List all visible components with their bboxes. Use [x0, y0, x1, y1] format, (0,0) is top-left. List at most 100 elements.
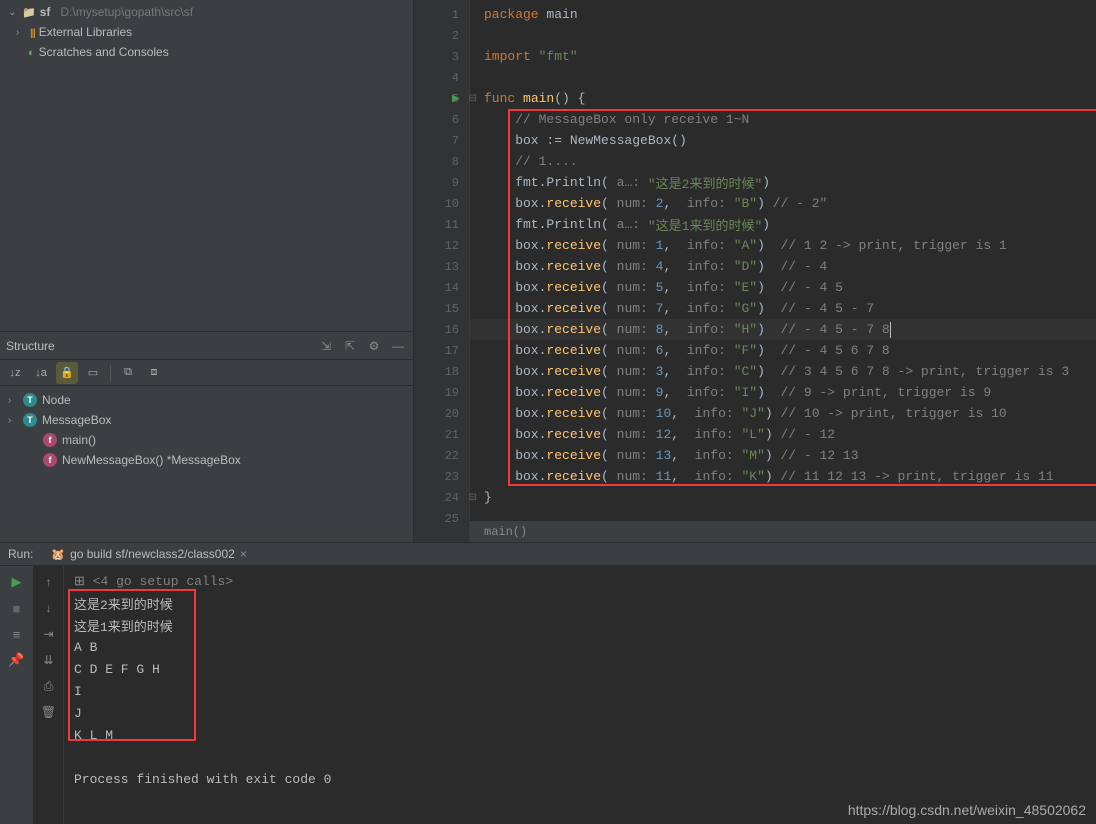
type-badge-icon: f — [43, 433, 57, 447]
structure-item[interactable]: f main() — [0, 430, 413, 450]
breadcrumb[interactable]: main() — [470, 520, 1096, 542]
structure-title: Structure — [6, 339, 55, 353]
fold-icon[interactable]: ⊞ — [74, 574, 93, 589]
structure-header: Structure ⇲ ⇱ ⚙ — — [0, 332, 413, 360]
pin-icon[interactable]: 📌 — [8, 650, 24, 670]
library-icon — [30, 25, 35, 39]
expand-arrow-icon[interactable]: ⌄ — [8, 7, 18, 18]
wrap-icon[interactable]: ⇥ — [43, 624, 53, 644]
scratches-node[interactable]: Scratches and Consoles — [0, 42, 413, 62]
console-line: C D E F G H — [74, 658, 1086, 680]
rerun-icon[interactable]: ▶ — [12, 572, 22, 592]
console-line: K L M — [74, 724, 1086, 746]
gear-icon[interactable]: ⚙ — [365, 339, 383, 353]
sort-za-icon[interactable]: ↓z — [4, 362, 26, 384]
gutter-line[interactable]: 18 — [414, 361, 469, 382]
gutter-line[interactable]: 5▶⊟ — [414, 88, 469, 109]
structure-label: NewMessageBox() *MessageBox — [62, 453, 241, 467]
print-icon[interactable]: ⎙ — [44, 676, 54, 696]
type-badge-icon: T — [23, 413, 37, 427]
layout-icon[interactable]: ≡ — [13, 624, 21, 644]
run-header: Run: go build sf/newclass2/class002 × — [0, 543, 1096, 566]
console-line: ⊞ <4 go setup calls> — [74, 570, 1086, 592]
chevron-right-icon[interactable]: › — [8, 415, 18, 426]
gutter-line[interactable]: 10 — [414, 193, 469, 214]
gutter-line[interactable]: 2 — [414, 25, 469, 46]
code-editor[interactable]: 12345▶⊟678910111213141516171819202122232… — [414, 0, 1096, 542]
lock-icon[interactable]: 🔒 — [56, 362, 78, 384]
gutter-line[interactable]: 9 — [414, 172, 469, 193]
structure-item[interactable]: f NewMessageBox() *MessageBox — [0, 450, 413, 470]
console-line: 这是1来到的时候 — [74, 614, 1086, 636]
gutter-line[interactable]: 20 — [414, 403, 469, 424]
folder-icon — [22, 5, 36, 19]
gutter[interactable]: 12345▶⊟678910111213141516171819202122232… — [414, 0, 470, 542]
run-label: Run: — [8, 547, 33, 561]
gutter-line[interactable]: 25 — [414, 508, 469, 529]
caret — [890, 322, 891, 338]
gutter-line[interactable]: 22 — [414, 445, 469, 466]
gutter-line[interactable]: 17 — [414, 340, 469, 361]
gutter-line[interactable]: 14 — [414, 277, 469, 298]
gutter-line[interactable]: 11 — [414, 214, 469, 235]
up-icon[interactable]: ↑ — [46, 572, 52, 592]
structure-item[interactable]: ›TNode — [0, 390, 413, 410]
structure-label: main() — [62, 433, 96, 447]
gutter-line[interactable]: 1 — [414, 4, 469, 25]
gutter-line[interactable]: 7 — [414, 130, 469, 151]
gutter-line[interactable]: 12 — [414, 235, 469, 256]
chevron-right-icon[interactable]: › — [8, 395, 18, 406]
type-badge-icon: f — [43, 453, 57, 467]
gutter-line[interactable]: 19 — [414, 382, 469, 403]
down-icon[interactable]: ↓ — [46, 598, 52, 618]
scratch-icon — [28, 45, 35, 59]
console-line: J — [74, 702, 1086, 724]
gutter-line[interactable]: 3 — [414, 46, 469, 67]
structure-label: Node — [42, 393, 71, 407]
structure-item[interactable]: › T MessageBox — [0, 410, 413, 430]
left-sidebar: ⌄ sf D:\mysetup\gopath\src\sf › External… — [0, 0, 414, 542]
folder-icon[interactable]: ▭ — [82, 362, 104, 384]
run-toolbar-left: ▶ ■ ≡ 📌 — [0, 566, 34, 824]
sort-az-icon[interactable]: ↓a — [30, 362, 52, 384]
gutter-line[interactable]: 4 — [414, 67, 469, 88]
gutter-line[interactable]: 16 — [414, 319, 469, 340]
gutter-line[interactable]: 23 — [414, 466, 469, 487]
console-line: 这是2来到的时候 — [74, 592, 1086, 614]
expand-icon[interactable]: ⇱ — [341, 339, 359, 353]
run-gutter-icon[interactable]: ▶ — [452, 93, 460, 105]
hide-icon[interactable]: — — [389, 339, 407, 353]
console-line: A B — [74, 636, 1086, 658]
structure-tree[interactable]: ›TNode›TMessageBoxfmain()fNewMessageBox(… — [0, 386, 413, 474]
console-output[interactable]: ⊞ <4 go setup calls>这是2来到的时候这是1来到的时候A BC… — [64, 566, 1096, 824]
stop-icon[interactable]: ■ — [13, 598, 21, 618]
project-root[interactable]: ⌄ sf D:\mysetup\gopath\src\sf — [0, 2, 413, 22]
structure-label: MessageBox — [42, 413, 111, 427]
external-libraries[interactable]: › External Libraries — [0, 22, 413, 42]
watermark: https://blog.csdn.net/weixin_48502062 — [848, 802, 1086, 818]
scroll-icon[interactable]: ⇊ — [43, 650, 53, 670]
filter1-icon[interactable]: ⧉ — [117, 362, 139, 384]
close-tab-icon[interactable]: × — [240, 547, 247, 561]
project-tree[interactable]: ⌄ sf D:\mysetup\gopath\src\sf › External… — [0, 0, 413, 332]
structure-toolbar: ↓z ↓a 🔒 ▭ ⧉ ⧈ — [0, 360, 413, 386]
run-tab[interactable]: go build sf/newclass2/class002 × — [43, 543, 254, 565]
run-toolbar-right: ↑ ↓ ⇥ ⇊ ⎙ 🗑 — [34, 566, 64, 824]
code-area[interactable]: package main import "fmt" func main() { … — [470, 0, 1096, 542]
go-icon — [51, 547, 65, 561]
project-name: sf — [40, 5, 51, 19]
gutter-line[interactable]: 13 — [414, 256, 469, 277]
gutter-line[interactable]: 24⊟ — [414, 487, 469, 508]
collapse-icon[interactable]: ⇲ — [317, 339, 335, 353]
gutter-line[interactable]: 6 — [414, 109, 469, 130]
delete-icon[interactable]: 🗑 — [41, 702, 56, 722]
gutter-line[interactable]: 15 — [414, 298, 469, 319]
structure-panel: Structure ⇲ ⇱ ⚙ — ↓z ↓a 🔒 ▭ ⧉ ⧈ ›TNode›T… — [0, 332, 413, 542]
run-panel: Run: go build sf/newclass2/class002 × ▶ … — [0, 542, 1096, 824]
gutter-line[interactable]: 21 — [414, 424, 469, 445]
run-tab-label: go build sf/newclass2/class002 — [70, 547, 235, 561]
filter2-icon[interactable]: ⧈ — [143, 362, 165, 384]
chevron-right-icon[interactable]: › — [16, 27, 26, 38]
project-path: D:\mysetup\gopath\src\sf — [60, 5, 193, 19]
gutter-line[interactable]: 8 — [414, 151, 469, 172]
